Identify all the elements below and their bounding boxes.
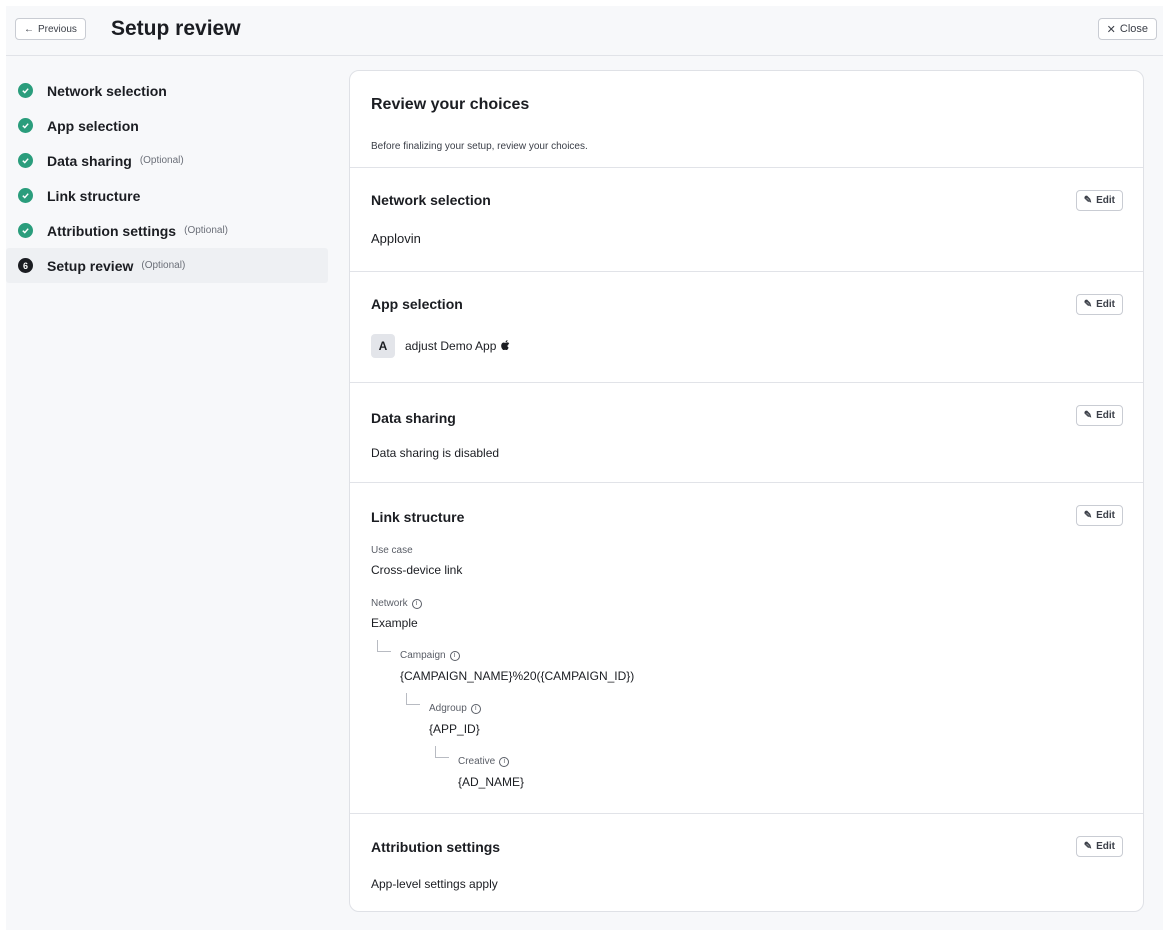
tree-connector [377,640,391,652]
network-label: Network i [371,598,422,609]
step-number-badge: 6 [18,258,33,273]
edit-label: Edit [1096,841,1115,852]
edit-data-sharing-button[interactable]: ✎ Edit [1075,405,1123,426]
app-frame: ← Previous Setup review ✕ Close Network … [6,6,1163,930]
app-avatar: A [371,334,395,358]
tree-connector [406,693,420,705]
info-icon[interactable]: i [499,756,510,767]
edit-label: Edit [1096,410,1115,421]
info-icon[interactable]: i [411,598,422,609]
creative-label-text: Creative [458,756,496,767]
network-value: Applovin [371,231,421,246]
apple-icon [501,339,510,353]
adgroup-label-text: Adgroup [429,703,467,714]
edit-attribution-button[interactable]: ✎ Edit [1075,836,1123,857]
adgroup-value: {APP_ID} [429,722,480,736]
close-icon: ✕ [1106,23,1116,36]
use-case-label: Use case [371,545,413,556]
step-link-structure[interactable]: Link structure [6,178,328,213]
network-param-value: Example [371,616,418,630]
section-network-selection: Network selection ✎ Edit Applovin [350,167,1143,271]
info-icon[interactable]: i [449,650,460,661]
check-circle-icon [18,153,33,168]
edit-label: Edit [1096,299,1115,310]
edit-icon: ✎ [1083,410,1093,421]
adgroup-label: Adgroup i [429,703,481,714]
edit-icon: ✎ [1083,299,1093,310]
step-app-selection[interactable]: App selection [6,108,328,143]
edit-label: Edit [1096,195,1115,206]
section-title: Link structure [371,509,465,525]
edit-label: Edit [1096,510,1115,521]
app-name: adjust Demo App [405,339,497,353]
step-label: Data sharing [47,152,132,169]
section-title: Attribution settings [371,839,501,855]
section-title: App selection [371,296,463,312]
optional-tag: (Optional) [139,155,184,166]
step-data-sharing[interactable]: Data sharing (Optional) [6,143,328,178]
campaign-label-text: Campaign [400,650,446,661]
optional-tag: (Optional) [184,225,229,236]
check-circle-icon [18,83,33,98]
review-title: Review your choices [371,96,530,113]
section-title: Network selection [371,192,491,208]
review-intro: Review your choices Before finalizing yo… [350,71,1143,167]
arrow-left-icon: ← [24,23,34,35]
creative-label: Creative i [458,756,510,767]
previous-button[interactable]: ← Previous [15,18,86,40]
steps-sidebar: Network selection App selection Data sha… [6,73,328,283]
edit-link-structure-button[interactable]: ✎ Edit [1075,505,1123,526]
attribution-value: App-level settings apply [371,877,498,891]
step-label: Attribution settings [47,222,177,239]
previous-label: Previous [38,23,77,35]
campaign-label: Campaign i [400,650,460,661]
network-label-text: Network [371,598,408,609]
review-card: Review your choices Before finalizing yo… [349,70,1144,912]
edit-icon: ✎ [1083,195,1093,206]
check-circle-icon [18,118,33,133]
check-circle-icon [18,188,33,203]
step-attribution-settings[interactable]: Attribution settings (Optional) [6,213,328,248]
campaign-value: {CAMPAIGN_NAME}%20({CAMPAIGN_ID}) [400,669,635,683]
close-label: Close [1119,23,1148,35]
check-circle-icon [18,223,33,238]
step-label: Network selection [47,82,167,99]
top-bar: ← Previous Setup review ✕ Close [6,6,1163,56]
data-sharing-value: Data sharing is disabled [371,446,500,460]
use-case-label-text: Use case [371,545,413,556]
info-icon[interactable]: i [470,703,481,714]
creative-value: {AD_NAME} [458,775,525,789]
edit-app-button[interactable]: ✎ Edit [1075,294,1123,315]
optional-tag: (Optional) [141,260,186,271]
step-setup-review[interactable]: 6 Setup review (Optional) [6,248,328,283]
edit-icon: ✎ [1083,841,1093,852]
close-button[interactable]: ✕ Close [1097,18,1157,40]
review-description: Before finalizing your setup, review you… [371,141,588,152]
section-data-sharing: Data sharing ✎ Edit Data sharing is disa… [350,382,1143,482]
step-label: App selection [47,117,139,134]
edit-icon: ✎ [1083,510,1093,521]
edit-network-button[interactable]: ✎ Edit [1075,190,1123,211]
section-app-selection: App selection ✎ Edit A adjust Demo App [350,271,1143,382]
step-network-selection[interactable]: Network selection [6,73,328,108]
section-attribution-settings: Attribution settings ✎ Edit App-level se… [350,813,1143,911]
tree-connector [435,746,449,758]
step-label: Setup review [47,257,134,274]
section-link-structure: Link structure ✎ Edit Use case Cross-dev… [350,482,1143,813]
section-title: Data sharing [371,410,456,426]
step-label: Link structure [47,187,141,204]
use-case-value: Cross-device link [371,563,463,577]
app-name-row: adjust Demo App [405,339,510,353]
page-title: Setup review [111,17,241,40]
